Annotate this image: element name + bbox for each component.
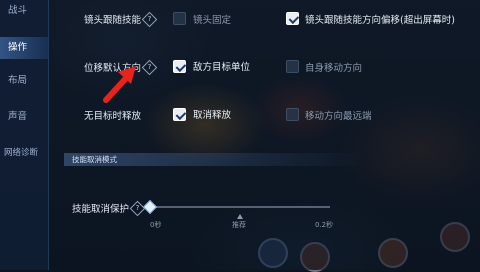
sidebar-item-sound[interactable]: 声音 — [0, 106, 48, 128]
sidebar-item-battle[interactable]: 战斗 — [0, 0, 48, 22]
slider-min-label: 0秒 — [150, 221, 162, 229]
red-arrow-icon — [103, 66, 136, 103]
sidebar-item-network[interactable]: 网络诊断 — [0, 142, 48, 164]
settings-panel — [48, 0, 480, 270]
lens-fixed-checkbox[interactable] — [173, 12, 186, 25]
cancel-protect-label: 技能取消保护 — [72, 204, 130, 215]
slider-recommended-label: 推荐 — [232, 221, 246, 229]
enemy-target-checkbox[interactable] — [173, 60, 186, 73]
lens-follow-offset-label: 镜头跟随技能方向偏移(超出屏幕时) — [305, 15, 455, 26]
sidebar-item-controls[interactable]: 操作 — [0, 37, 48, 59]
no-target-cast-label: 无目标时释放 — [84, 111, 142, 122]
slider-max-label: 0.2秒 — [315, 221, 334, 229]
settings-sidebar: 战斗 操作 布局 声音 网络诊断 — [0, 0, 49, 270]
move-direction-farthest-checkbox[interactable] — [286, 108, 299, 121]
lens-fixed-label: 镜头固定 — [193, 15, 232, 26]
recommended-tick-mark — [237, 214, 243, 219]
section-title: 技能取消模式 — [72, 155, 117, 164]
sidebar-item-layout[interactable]: 布局 — [0, 70, 48, 92]
self-move-direction-checkbox[interactable] — [286, 60, 299, 73]
move-direction-farthest-label: 移动方向最远端 — [305, 111, 372, 122]
cancel-protect-slider-track[interactable] — [150, 206, 330, 208]
cancel-cast-label: 取消释放 — [193, 110, 232, 121]
self-move-direction-label: 自身移动方向 — [305, 63, 363, 74]
lens-follow-offset-checkbox[interactable] — [286, 12, 299, 25]
cancel-cast-checkbox[interactable] — [173, 108, 186, 121]
enemy-target-label: 敌方目标单位 — [193, 62, 251, 73]
lens-follow-skill-label: 镜头跟随技能 — [84, 15, 142, 26]
